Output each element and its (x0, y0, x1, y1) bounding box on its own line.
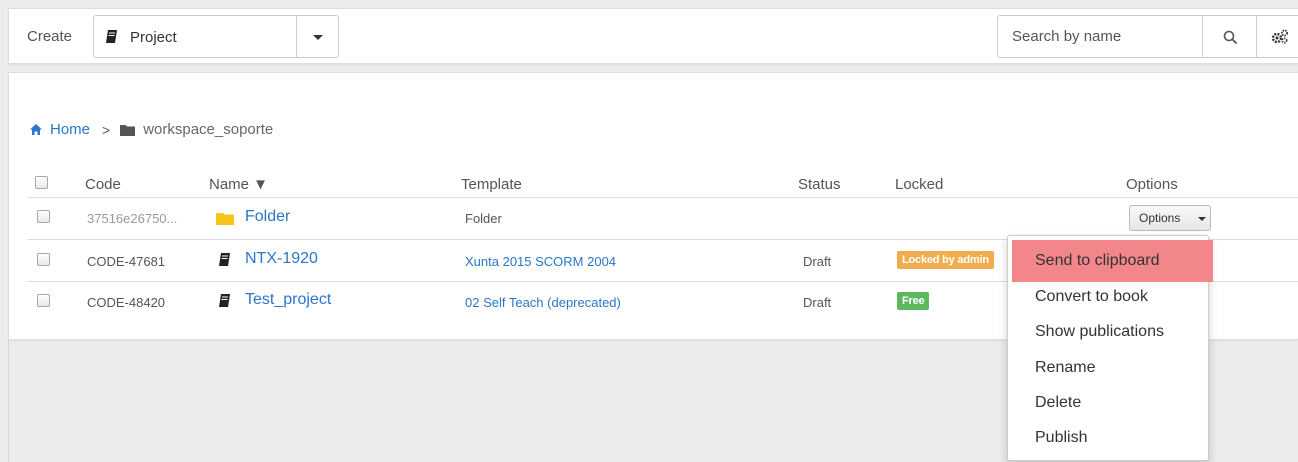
menu-item-label: Publish (1035, 429, 1088, 446)
book-icon (217, 252, 232, 272)
menu-item-show-publications[interactable]: Show publications (1008, 314, 1208, 350)
row-status: Draft (803, 254, 832, 269)
row-checkbox[interactable] (37, 253, 50, 266)
folder-icon (216, 212, 234, 230)
folder-icon (120, 124, 136, 136)
content-left-border (8, 340, 9, 462)
header-code[interactable]: Code (85, 176, 121, 193)
row-name-link[interactable]: Test_project (245, 291, 331, 309)
create-label: Create (27, 28, 73, 45)
chevron-down-icon[interactable] (313, 35, 323, 40)
row-checkbox[interactable] (37, 294, 50, 307)
select-divider (296, 16, 297, 57)
create-type-select[interactable]: Project (93, 15, 339, 58)
header-status[interactable]: Status (798, 176, 841, 193)
home-icon (30, 124, 42, 135)
menu-item-label: Delete (1035, 394, 1082, 411)
header-template[interactable]: Template (461, 176, 522, 193)
book-icon (217, 293, 232, 313)
row-name-link[interactable]: Folder (245, 208, 290, 226)
menu-item-rename[interactable]: Rename (1008, 350, 1208, 386)
breadcrumb: Home > workspace_soporte (29, 121, 273, 138)
settings-button[interactable] (1256, 15, 1298, 58)
search-button[interactable] (1202, 15, 1257, 58)
create-type-value: Project (130, 29, 177, 46)
options-button[interactable]: Options (1129, 205, 1211, 231)
row-template-link[interactable]: 02 Self Teach (deprecated) (465, 295, 621, 310)
menu-item-label: Rename (1035, 359, 1096, 376)
menu-item-publish[interactable]: Publish (1008, 420, 1208, 456)
header-options: Options (1126, 176, 1178, 193)
options-dropdown-menu: Send to clipboard Convert to book Show p… (1007, 235, 1213, 461)
menu-item-label: Convert to book (1035, 288, 1148, 305)
menu-item-convert-to-book[interactable]: Convert to book (1008, 279, 1208, 315)
header-locked[interactable]: Locked (895, 176, 943, 193)
row-template-link[interactable]: Xunta 2015 SCORM 2004 (465, 254, 616, 269)
free-badge: Free (897, 292, 930, 310)
menu-item-label: Send to clipboard (1035, 252, 1160, 269)
header-name[interactable]: Name ▼ (209, 176, 268, 193)
options-button-label: Options (1139, 211, 1181, 225)
search-icon (1223, 30, 1238, 45)
breadcrumb-separator: > (102, 121, 111, 138)
top-toolbar: Create Project (8, 8, 1298, 64)
menu-item-delete[interactable]: Delete (1008, 385, 1208, 421)
row-name-link[interactable]: NTX-1920 (245, 250, 318, 268)
gears-icon (1271, 29, 1288, 44)
breadcrumb-home-link[interactable]: Home (50, 121, 90, 138)
row-status: Draft (803, 295, 832, 310)
select-all-checkbox[interactable] (35, 176, 48, 189)
menu-item-send-to-clipboard[interactable]: Send to clipboard (1012, 240, 1213, 282)
row-checkbox[interactable] (37, 210, 50, 223)
chevron-down-icon (1198, 217, 1206, 221)
row-template: Folder (465, 211, 502, 226)
row-code: CODE-47681 (87, 254, 166, 269)
breadcrumb-current: workspace_soporte (143, 121, 274, 138)
row-code: 37516e26750... (87, 211, 178, 226)
menu-item-label: Show publications (1035, 323, 1164, 340)
search-input[interactable] (997, 15, 1203, 58)
row-divider (27, 197, 1298, 198)
book-icon (104, 29, 119, 49)
locked-badge: Locked by admin (897, 251, 994, 269)
row-code: CODE-48420 (87, 295, 166, 310)
